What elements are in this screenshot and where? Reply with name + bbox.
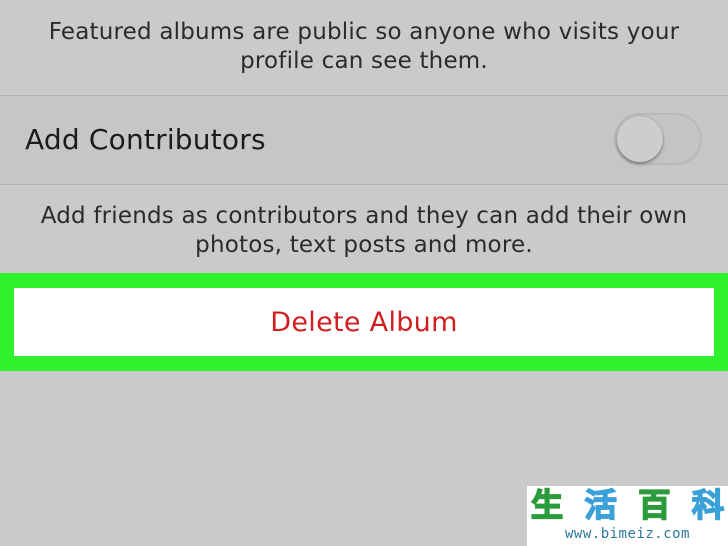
- watermark-char: 科: [691, 486, 725, 524]
- watermark-logo: 生 活 百 科 www.bimeiz.com: [527, 486, 728, 546]
- watermark-char: 活: [584, 486, 618, 524]
- watermark-char: 百: [638, 486, 672, 524]
- watermark-char: 生: [530, 486, 564, 524]
- add-contributors-row[interactable]: Add Contributors: [0, 95, 728, 185]
- delete-album-highlight: Delete Album: [0, 273, 728, 371]
- watermark-chars: 生 活 百 科: [530, 486, 725, 524]
- album-settings-screen: Featured albums are public so anyone who…: [0, 0, 728, 546]
- delete-album-button[interactable]: Delete Album: [14, 288, 714, 356]
- add-contributors-label: Add Contributors: [25, 123, 266, 156]
- contributors-description: Add friends as contributors and they can…: [40, 203, 688, 258]
- toggle-knob: [617, 116, 663, 162]
- watermark-url: www.bimeiz.com: [564, 526, 690, 542]
- add-contributors-toggle[interactable]: [614, 113, 702, 165]
- featured-description: Featured albums are public so anyone who…: [48, 19, 680, 74]
